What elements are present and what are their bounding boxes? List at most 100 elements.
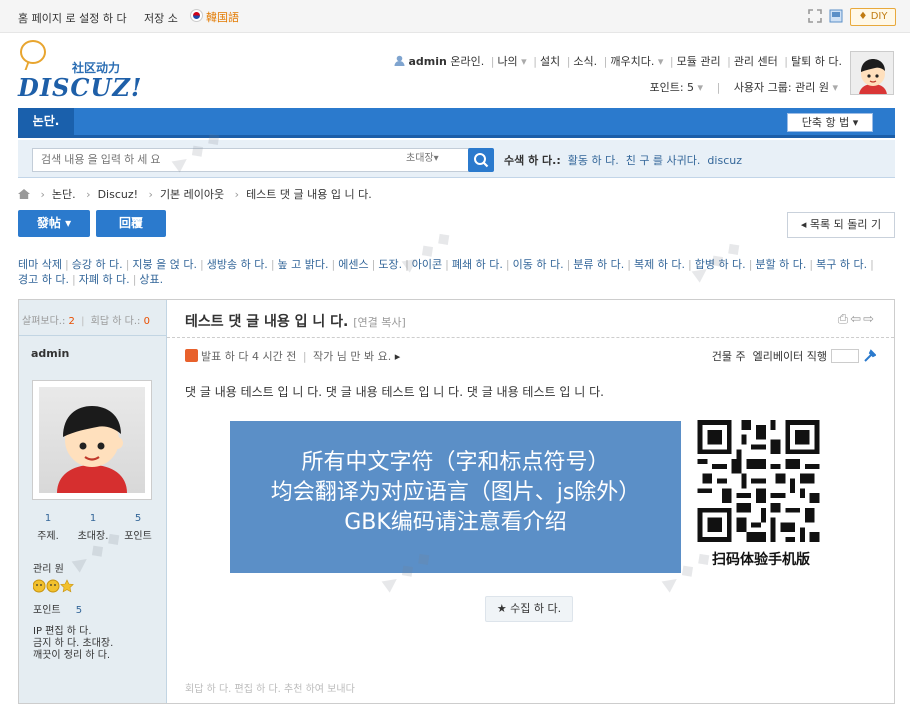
username-link[interactable]: admin: [408, 55, 446, 68]
qr-caption: 扫码体验手机版: [712, 552, 810, 568]
search-button[interactable]: [468, 148, 494, 172]
user-link-messages[interactable]: 소식.: [573, 55, 597, 68]
language-link[interactable]: 韓国語: [206, 9, 239, 25]
views-count: 2: [68, 316, 75, 327]
post-floor-tools: 건물 주 엘리베이터 직행: [711, 348, 877, 364]
mod-action[interactable]: 이동 하 다.: [513, 258, 564, 271]
nav-tab-forum[interactable]: 논단.: [18, 108, 74, 135]
favorite-button[interactable]: ★ 수집 하 다.: [485, 596, 573, 622]
hot-searches: 수색 하 다.: 활동 하 다. 친 구 를 사귀다. discuz: [504, 152, 742, 168]
user-link-modules[interactable]: 모듈 관리: [677, 55, 721, 68]
go-floor-icon[interactable]: [862, 349, 877, 363]
mod-action[interactable]: 합병 하 다.: [695, 258, 746, 271]
hot-search-item[interactable]: 활동 하 다.: [568, 154, 619, 167]
copy-link[interactable]: [연결 복사]: [353, 316, 406, 329]
breadcrumb-board[interactable]: 기본 레이아웃: [160, 188, 224, 201]
admin-link[interactable]: 금지 하 다. 초대장.: [33, 638, 163, 650]
home-icon[interactable]: [18, 189, 30, 199]
logo-en-text: DISCUZ!: [18, 73, 143, 102]
stat-posts[interactable]: 1 초대장.: [70, 513, 116, 542]
admin-links: IP 편집 하 다. 금지 하 다. 초대장. 깨끗이 정리 하 다.: [33, 626, 163, 662]
mod-action[interactable]: 복구 하 다.: [816, 258, 867, 271]
set-homepage-link[interactable]: 홈 페이지 로 설정 하 다: [18, 10, 127, 26]
hot-search-label: 수색 하 다.:: [504, 154, 561, 167]
mod-action[interactable]: 복제 하 다.: [634, 258, 685, 271]
mod-action[interactable]: 지붕 을 얹 다.: [132, 258, 197, 271]
qr-code-image: [697, 420, 820, 542]
user-group-link[interactable]: 사용자 그룹: 관리 원: [734, 81, 829, 94]
translation-notice-banner: 所有中文字符（字和标点符号） 均会翻译为对应语言（图片、js除外） GBK编码请…: [230, 421, 681, 573]
mod-action[interactable]: 분류 하 다.: [573, 258, 624, 271]
views-label: 살펴보다.:: [22, 316, 66, 327]
breadcrumb-thread[interactable]: 테스트 댓 글 내용 입 니 다.: [246, 188, 372, 201]
rank-icons: [32, 579, 74, 593]
stat-threads[interactable]: 1 주제.: [25, 513, 71, 542]
save-link[interactable]: 저장 소: [144, 10, 178, 26]
search-bar: 초대장▾ 수색 하 다.: 활동 하 다. 친 구 를 사귀다. discuz: [18, 140, 895, 178]
user-points-link[interactable]: 포인트: 5: [650, 81, 695, 94]
hot-search-item[interactable]: 친 구 를 사귀다.: [626, 154, 701, 167]
breadcrumb: › 논단. › Discuz! › 기본 레이아웃 › 테스트 댓 글 내용 입 니 다…: [18, 186, 372, 202]
user-link-notify[interactable]: 깨우치다.: [610, 55, 654, 68]
user-group-label[interactable]: 관리 원: [33, 560, 64, 575]
mod-action[interactable]: 자폐 하 다.: [79, 273, 130, 286]
mod-action[interactable]: 에센스: [338, 258, 368, 271]
reply-button[interactable]: 回覆: [96, 210, 166, 237]
points-value[interactable]: 5: [76, 605, 82, 616]
avatar-face-icon: [57, 406, 127, 493]
avatar-face-icon: [851, 52, 893, 94]
new-post-button[interactable]: 發帖 ▾: [18, 210, 90, 237]
shortcut-nav-button[interactable]: 단축 항 법 ▾: [787, 113, 873, 132]
replies-label: 회답 하 다.:: [90, 316, 141, 327]
mod-action[interactable]: 폐쇄 하 다.: [452, 258, 503, 271]
post-author-name[interactable]: admin: [31, 347, 69, 360]
stat-points[interactable]: 5 포인트: [115, 513, 161, 542]
top-toolbar: 홈 페이지 로 설정 하 다 저장 소 韓国語 ♦ DIY: [0, 0, 910, 33]
breadcrumb-discuz[interactable]: Discuz!: [98, 188, 138, 201]
author-only-link[interactable]: 작가 님 만 봐 요.: [313, 350, 391, 363]
post-time: 발표 하 다 4 시간 전: [201, 350, 297, 363]
print-icon[interactable]: ⎙: [838, 312, 850, 327]
user-link-logout[interactable]: 탈퇴 하 다.: [791, 55, 842, 68]
replies-count: 0: [143, 316, 150, 327]
mod-action[interactable]: 도장.: [378, 258, 402, 271]
fullscreen-icon[interactable]: [808, 9, 822, 23]
mod-action[interactable]: 경고 하 다.: [18, 273, 69, 286]
post-operations[interactable]: 회답 하 다. 편집 하 다. 추천 하여 보내다: [185, 680, 355, 695]
banner-line-3: GBK编码请注意看介绍: [344, 510, 567, 535]
thread-title: 테스트 댓 글 내용 입 니 다. [연결 복사]: [185, 311, 406, 331]
site-logo[interactable]: 社区动力 DISCUZ!: [18, 40, 148, 102]
author-avatar[interactable]: [32, 380, 152, 500]
author-sidebar: 살펴보다.: 2 | 회답 하 다.: 0 admin 1 주제. 1 초대장.…: [19, 300, 167, 703]
hot-search-item[interactable]: discuz: [707, 154, 742, 167]
user-link-settings[interactable]: 설치: [540, 55, 560, 68]
back-to-list-button[interactable]: ◂ 목록 되 돌리 기: [787, 212, 895, 238]
user-link-admin-center[interactable]: 관리 센터: [734, 55, 778, 68]
user-icon: [394, 55, 405, 66]
moderation-bar: 테마 삭제 | 승강 하 다. | 지붕 을 얹 다. | 생방송 하 다. | 높 고 밝다.…: [18, 258, 874, 286]
mod-action[interactable]: 승강 하 다.: [72, 258, 123, 271]
breadcrumb-forum[interactable]: 논단.: [52, 188, 76, 201]
mod-action[interactable]: 상표.: [139, 273, 163, 286]
theme-icon[interactable]: [829, 9, 843, 23]
admin-link[interactable]: IP 편집 하 다.: [33, 626, 163, 638]
elevator-input[interactable]: [830, 349, 859, 363]
post-meta: 발표 하 다 4 시간 전 | 작가 님 만 봐 요. ▸: [185, 348, 400, 364]
mod-action[interactable]: 높 고 밝다.: [278, 258, 329, 271]
mod-action[interactable]: 생방송 하 다.: [207, 258, 268, 271]
banner-line-2: 均会翻译为对应语言（图片、js除外）: [270, 480, 641, 505]
user-menu: admin 온라인. | 나의 ▾ | 설치 | 소식. | 깨우치다. ▾ | 모듈 관…: [394, 53, 842, 69]
search-icon: [474, 153, 489, 168]
user-avatar[interactable]: [850, 51, 894, 95]
floor-label: 건물 주: [711, 350, 746, 363]
diy-button[interactable]: ♦ DIY: [850, 8, 896, 26]
mod-action[interactable]: 분할 하 다.: [755, 258, 806, 271]
user-link-mine[interactable]: 나의: [497, 55, 517, 68]
prev-thread-icon[interactable]: ⇦: [850, 312, 863, 327]
admin-link[interactable]: 깨끗이 정리 하 다.: [33, 650, 163, 662]
search-type-select[interactable]: 초대장▾: [406, 149, 439, 164]
next-thread-icon[interactable]: ⇨: [863, 312, 876, 327]
mod-action[interactable]: 테마 삭제: [18, 258, 62, 271]
mod-action[interactable]: 아이콘: [412, 258, 442, 271]
banner-line-1: 所有中文字符（字和标点符号）: [301, 450, 610, 475]
